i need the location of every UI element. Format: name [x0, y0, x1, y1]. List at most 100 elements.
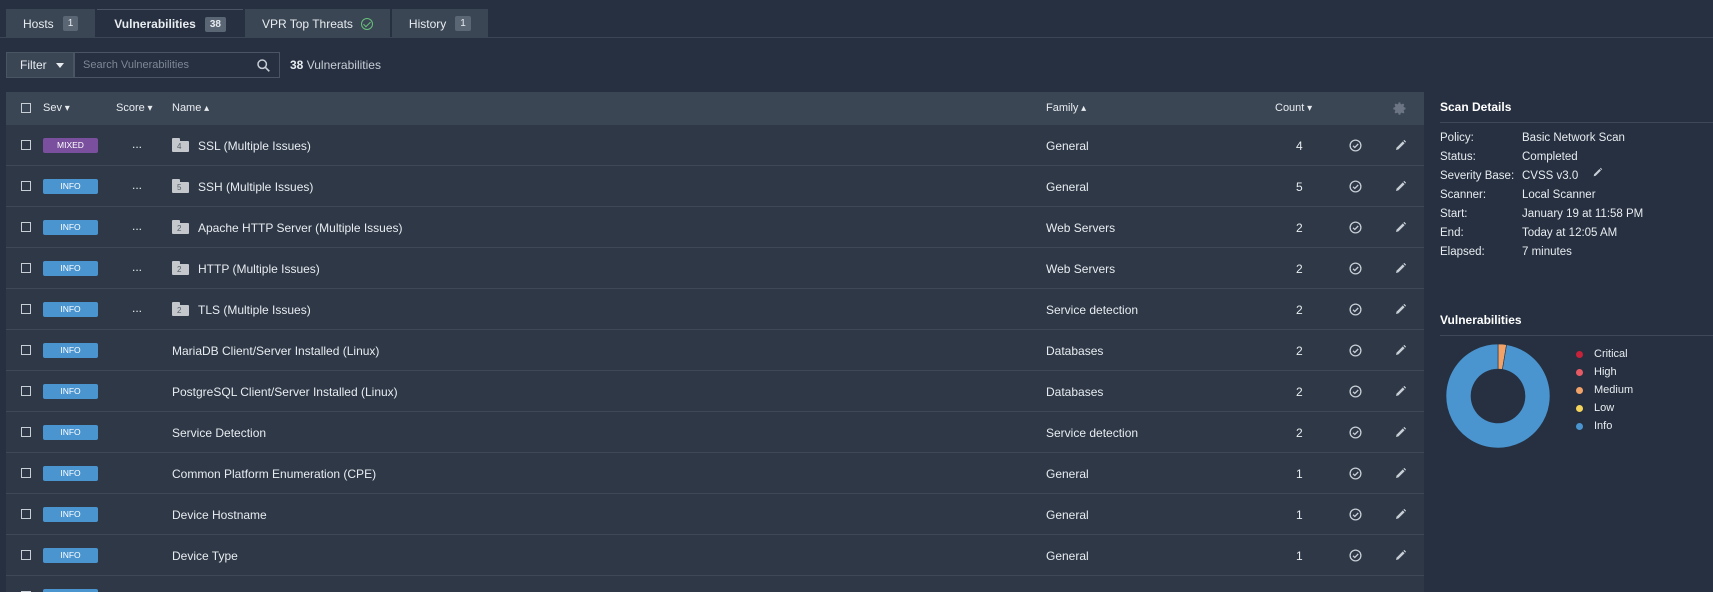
table-row[interactable]: INFO... 2 Apache HTTP Server (Multiple Iss… — [6, 207, 1424, 248]
table-row[interactable]: INFO — [6, 576, 1424, 592]
row-checkbox[interactable] — [21, 550, 31, 560]
folder-icon: 2 — [172, 220, 189, 234]
pencil-icon[interactable] — [1394, 303, 1407, 316]
vulnerability-name[interactable]: Apache HTTP Server (Multiple Issues) — [198, 221, 403, 235]
pencil-icon[interactable] — [1394, 180, 1407, 193]
check-circle-icon[interactable] — [1349, 139, 1362, 152]
row-checkbox[interactable] — [21, 140, 31, 150]
tab-history[interactable]: History 1 — [391, 9, 488, 38]
vulnerabilities-title: Vulnerabilities — [1440, 313, 1522, 327]
table-row[interactable]: INFO PostgreSQL Client/Server Installed (… — [6, 371, 1424, 412]
table-row[interactable]: INFO Device Hostname General 1 — [6, 494, 1424, 535]
vulnerability-name[interactable]: Common Platform Enumeration (CPE) — [172, 467, 376, 481]
pencil-icon[interactable] — [1394, 344, 1407, 357]
pencil-icon[interactable] — [1394, 262, 1407, 275]
folder-icon: 2 — [172, 261, 189, 275]
family-value: Databases — [1046, 344, 1104, 358]
search-input[interactable] — [75, 59, 250, 71]
tab-vulnerabilities[interactable]: Vulnerabilities 38 — [97, 9, 243, 38]
row-checkbox[interactable] — [21, 427, 31, 437]
donut-slice-info[interactable] — [1446, 344, 1550, 448]
select-all-checkbox[interactable] — [21, 103, 31, 113]
vulnerability-name[interactable]: HTTP (Multiple Issues) — [198, 262, 320, 276]
vulnerability-name[interactable]: MariaDB Client/Server Installed (Linux) — [172, 344, 379, 358]
table-row[interactable]: INFO... 2 TLS (Multiple Issues) Service det… — [6, 289, 1424, 330]
settings-gear-icon[interactable] — [1392, 101, 1407, 116]
tab-vpr-label: VPR Top Threats — [261, 16, 353, 31]
check-circle-icon[interactable] — [1349, 385, 1362, 398]
folder-icon: 5 — [172, 179, 189, 193]
row-checkbox[interactable] — [21, 468, 31, 478]
tab-history-count: 1 — [455, 16, 471, 31]
vulnerability-count-number: 38 — [290, 58, 304, 72]
check-circle-icon[interactable] — [1349, 303, 1362, 316]
pencil-icon[interactable] — [1394, 426, 1407, 439]
table-row[interactable]: INFO MariaDB Client/Server Installed (Lin… — [6, 330, 1424, 371]
table-row[interactable]: MIXED... 4 SSL (Multiple Issues) General 4 — [6, 125, 1424, 166]
scan-detail-value: Local Scanner — [1522, 189, 1596, 201]
vulnerability-name[interactable]: Service Detection — [172, 426, 266, 440]
vulnerability-name[interactable]: Device Type — [172, 549, 238, 563]
count-value: 4 — [1296, 139, 1303, 153]
row-checkbox[interactable] — [21, 263, 31, 273]
vulnerability-name[interactable]: SSH (Multiple Issues) — [198, 180, 313, 194]
pencil-icon[interactable] — [1394, 221, 1407, 234]
row-checkbox[interactable] — [21, 509, 31, 519]
legend-item[interactable]: Medium — [1576, 381, 1633, 399]
column-family[interactable]: Family — [1046, 102, 1086, 114]
pencil-icon[interactable] — [1394, 139, 1407, 152]
check-circle-icon[interactable] — [1349, 180, 1362, 193]
pencil-icon[interactable] — [1394, 549, 1407, 562]
row-checkbox[interactable] — [21, 222, 31, 232]
vulnerability-name[interactable]: PostgreSQL Client/Server Installed (Linu… — [172, 385, 398, 399]
column-sev[interactable]: Sev — [43, 102, 70, 114]
tab-vulnerabilities-label: Vulnerabilities — [114, 17, 196, 31]
count-value: 1 — [1296, 508, 1303, 522]
pencil-icon[interactable] — [1592, 167, 1603, 178]
filter-button[interactable]: Filter — [6, 52, 74, 78]
column-score[interactable]: Score — [116, 102, 153, 114]
column-name[interactable]: Name — [172, 102, 209, 114]
table-row[interactable]: INFO Common Platform Enumeration (CPE) Gen… — [6, 453, 1424, 494]
table-row[interactable]: INFO Service Detection Service detection 2 — [6, 412, 1424, 453]
check-circle-icon[interactable] — [1349, 508, 1362, 521]
vulnerability-name[interactable]: TLS (Multiple Issues) — [198, 303, 311, 317]
tab-vpr-top-threats[interactable]: VPR Top Threats — [244, 9, 390, 38]
legend-dot — [1576, 404, 1583, 412]
scan-detail-row: Elapsed: 7 minutes — [1440, 243, 1713, 262]
legend-item[interactable]: Info — [1576, 417, 1633, 435]
table-row[interactable]: INFO... 2 HTTP (Multiple Issues) Web Server… — [6, 248, 1424, 289]
search-icon[interactable] — [257, 59, 270, 72]
folder-icon: 2 — [172, 302, 189, 316]
scan-detail-value: Basic Network Scan — [1522, 132, 1625, 144]
pencil-icon[interactable] — [1394, 508, 1407, 521]
row-checkbox[interactable] — [21, 386, 31, 396]
column-count[interactable]: Count — [1275, 102, 1312, 114]
check-circle-icon[interactable] — [1349, 344, 1362, 357]
vulnerability-name[interactable]: Device Hostname — [172, 508, 267, 522]
table-row[interactable]: INFO... 5 SSH (Multiple Issues) General 5 — [6, 166, 1424, 207]
tab-hosts[interactable]: Hosts 1 — [6, 9, 96, 38]
row-checkbox[interactable] — [21, 304, 31, 314]
row-checkbox[interactable] — [21, 181, 31, 191]
filter-label: Filter — [20, 58, 47, 72]
check-circle-icon[interactable] — [1349, 221, 1362, 234]
chart-legend: Critical High Medium Low Info — [1576, 345, 1633, 435]
vulnerability-name[interactable]: SSL (Multiple Issues) — [198, 139, 311, 153]
row-checkbox[interactable] — [21, 345, 31, 355]
severity-badge: INFO — [43, 343, 98, 358]
legend-item[interactable]: Low — [1576, 399, 1633, 417]
table-row[interactable]: INFO Device Type General 1 — [6, 535, 1424, 576]
vulnerabilities-donut-chart[interactable] — [1446, 344, 1550, 448]
pencil-icon[interactable] — [1394, 467, 1407, 480]
pencil-icon[interactable] — [1394, 385, 1407, 398]
check-circle-icon[interactable] — [1349, 549, 1362, 562]
legend-item[interactable]: Critical — [1576, 345, 1633, 363]
table-header: Sev Score Name Family Count — [6, 92, 1424, 125]
check-circle-icon[interactable] — [1349, 426, 1362, 439]
severity-badge: INFO — [43, 466, 98, 481]
check-circle-icon[interactable] — [1349, 262, 1362, 275]
legend-item[interactable]: High — [1576, 363, 1633, 381]
check-circle-icon[interactable] — [1349, 467, 1362, 480]
tab-divider — [0, 37, 1713, 38]
